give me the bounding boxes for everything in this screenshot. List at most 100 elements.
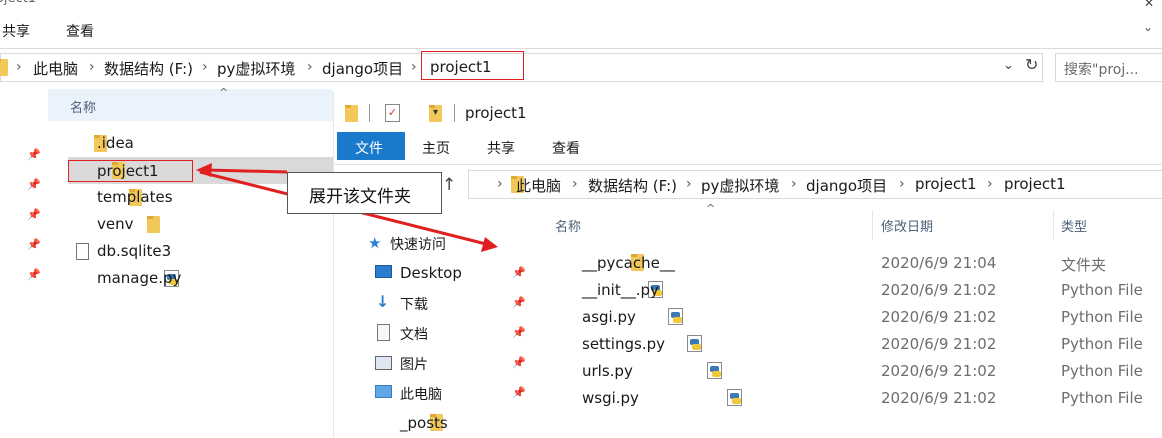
nav-posts[interactable]: _posts — [400, 414, 448, 432]
file-type: Python File — [1061, 308, 1143, 326]
tab-share[interactable]: 共享 — [487, 138, 515, 158]
separator — [454, 104, 455, 122]
column-divider — [1053, 210, 1054, 240]
file-name[interactable]: urls.py — [582, 362, 633, 380]
chevron-right-icon: › — [307, 59, 313, 75]
file-name[interactable]: wsgi.py — [582, 389, 639, 407]
chevron-right-icon: › — [411, 59, 417, 75]
refresh-icon[interactable]: ↻ — [1025, 55, 1045, 79]
star-icon: ★ — [368, 234, 382, 252]
search-input[interactable]: 搜索"proj... — [1064, 59, 1139, 79]
nav-pictures[interactable]: 图片 — [400, 354, 428, 374]
chevron-right-icon: › — [791, 176, 797, 192]
file-type: Python File — [1061, 362, 1143, 380]
file-icon — [76, 243, 89, 260]
properties-icon[interactable]: ✓ — [385, 104, 400, 122]
ribbon-divider — [334, 164, 1162, 165]
tab-view[interactable]: 查看 — [552, 138, 580, 158]
file-type: Python File — [1061, 281, 1143, 299]
breadcrumb-5[interactable]: project1 — [430, 58, 492, 76]
chevron-down-icon[interactable]: ⌄ — [1003, 58, 1014, 73]
file-type: Python File — [1061, 335, 1143, 353]
breadcrumb-1[interactable]: 此电脑 — [33, 58, 78, 79]
column-header-modified[interactable]: 修改日期 — [881, 216, 933, 235]
file-modified: 2020/6/9 21:02 — [881, 335, 997, 353]
chevron-right-icon: › — [899, 176, 905, 192]
chevron-right-icon: › — [497, 176, 503, 192]
python-file-icon — [707, 362, 723, 379]
file-modified: 2020/6/9 21:02 — [881, 362, 997, 380]
window-title: oject1 — [0, 0, 36, 6]
breadcrumb-1[interactable]: 此电脑 — [516, 175, 561, 196]
ribbon-divider — [0, 48, 1162, 49]
separator — [369, 104, 370, 122]
window-title: project1 — [465, 104, 527, 122]
pin-icon: 📌 — [512, 356, 526, 369]
nav-desktop[interactable]: Desktop — [400, 264, 462, 282]
nav-downloads[interactable]: 下载 — [400, 294, 428, 314]
tab-home[interactable]: 主页 — [422, 138, 450, 158]
file-modified: 2020/6/9 21:02 — [881, 281, 997, 299]
annotation-text: 展开该文件夹 — [309, 187, 411, 207]
tab-view[interactable]: 查看 — [66, 21, 94, 41]
column-header-name[interactable]: 名称 — [70, 97, 96, 116]
file-name[interactable]: settings.py — [582, 335, 665, 353]
pin-icon: 📌 — [27, 268, 41, 281]
breadcrumb-4[interactable]: django项目 — [322, 58, 403, 79]
list-item[interactable]: venv — [97, 215, 134, 233]
sort-up-icon: ^ — [706, 202, 716, 215]
pin-icon: 📌 — [512, 266, 526, 279]
breadcrumb-3[interactable]: py虚拟环境 — [217, 58, 295, 79]
column-header-type[interactable]: 类型 — [1061, 216, 1087, 235]
list-item[interactable]: manage.py — [97, 269, 181, 287]
folder-icon — [0, 59, 8, 76]
download-icon: ↓ — [376, 292, 390, 311]
pin-icon: 📌 — [27, 178, 41, 191]
breadcrumb-4[interactable]: django项目 — [806, 175, 887, 196]
breadcrumb-5[interactable]: project1 — [915, 175, 977, 193]
file-name[interactable]: asgi.py — [582, 308, 636, 326]
python-file-icon — [687, 335, 703, 352]
customize-dropdown-icon[interactable]: ▾ — [433, 107, 438, 118]
list-item[interactable]: templates — [97, 188, 173, 206]
ribbon-expand-icon[interactable]: ⌄ — [1143, 20, 1153, 34]
desktop-icon — [375, 265, 392, 278]
chevron-right-icon: › — [16, 59, 22, 75]
python-file-icon — [727, 389, 743, 406]
computer-icon — [375, 385, 392, 398]
column-header-name[interactable]: 名称 — [555, 216, 581, 235]
file-modified: 2020/6/9 21:02 — [881, 389, 997, 407]
file-modified: 2020/6/9 21:04 — [881, 254, 997, 272]
up-arrow-icon[interactable]: ↑ — [442, 175, 456, 195]
breadcrumb-2[interactable]: 数据结构 (F:) — [104, 58, 193, 79]
tab-share[interactable]: 共享 — [2, 21, 30, 41]
window-close-icon[interactable]: ✕ — [1144, 0, 1158, 10]
chevron-right-icon: › — [89, 59, 95, 75]
chevron-right-icon: › — [572, 176, 578, 192]
file-name[interactable]: __init__.py — [582, 281, 659, 299]
chevron-right-icon: › — [987, 176, 993, 192]
list-item[interactable]: project1 — [97, 162, 159, 180]
file-type: Python File — [1061, 389, 1143, 407]
chevron-right-icon: › — [202, 59, 208, 75]
breadcrumb-2[interactable]: 数据结构 (F:) — [588, 175, 677, 196]
breadcrumb-3[interactable]: py虚拟环境 — [701, 175, 779, 196]
tab-file-label[interactable]: 文件 — [355, 138, 383, 158]
front-window: ✓ ▾ project1 文件 主页 共享 查看 ↑ › 此电脑 › 数据结构 … — [333, 92, 1162, 438]
sort-up-icon: ^ — [219, 86, 229, 99]
file-name[interactable]: __pycache__ — [582, 254, 675, 272]
pin-icon: 📌 — [512, 326, 526, 339]
nav-quick-access[interactable]: 快速访问 — [390, 234, 446, 254]
pin-icon: 📌 — [27, 208, 41, 221]
list-item[interactable]: .idea — [97, 134, 134, 152]
column-divider — [872, 210, 873, 240]
nav-documents[interactable]: 文档 — [400, 324, 428, 344]
file-type: 文件夹 — [1061, 256, 1107, 274]
pin-icon: 📌 — [512, 386, 526, 399]
breadcrumb-6[interactable]: project1 — [1004, 175, 1066, 193]
list-item[interactable]: db.sqlite3 — [97, 242, 171, 260]
pin-icon: 📌 — [512, 296, 526, 309]
folder-icon — [345, 105, 358, 122]
nav-this-pc[interactable]: 此电脑 — [400, 384, 442, 404]
back-window: oject1 ✕ 共享 查看 ⌄ › 此电脑 › 数据结构 (F:) › py虚… — [0, 0, 1162, 287]
